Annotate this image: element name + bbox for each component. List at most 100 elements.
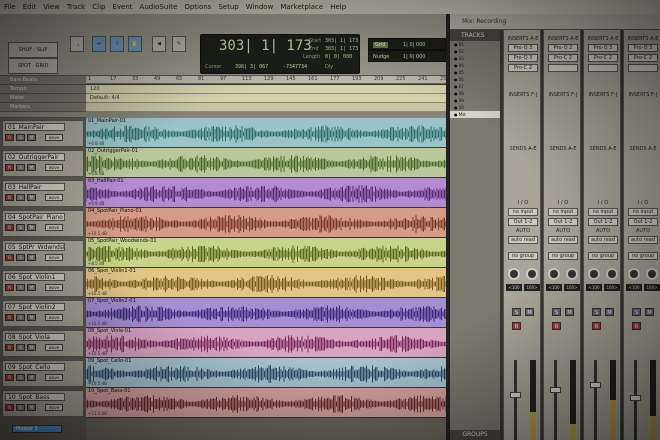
- mute-button[interactable]: M: [27, 344, 36, 351]
- audio-clip[interactable]: 08_Spot_Viola-01 +10.5 dB: [86, 328, 448, 358]
- track-view-selector[interactable]: wave: [45, 254, 63, 261]
- solo-button[interactable]: S: [16, 224, 25, 231]
- record-button[interactable]: R: [5, 224, 14, 231]
- track-name[interactable]: 09_Spot_Cello: [5, 363, 65, 371]
- strip-record-button[interactable]: R: [592, 322, 601, 330]
- tracks-panel-row[interactable]: ● 02: [450, 48, 500, 55]
- pencil-tool-button[interactable]: ✎: [172, 36, 186, 52]
- solo-button[interactable]: S: [16, 254, 25, 261]
- output-selector[interactable]: Out 1-2: [508, 218, 538, 226]
- insert-slot[interactable]: Pro-C 2: [588, 54, 618, 62]
- groups-panel-header[interactable]: GROUPS: [450, 430, 500, 440]
- mute-button[interactable]: M: [27, 404, 36, 411]
- pan-right-knob[interactable]: [606, 268, 618, 280]
- automation-mode-selector[interactable]: auto read: [588, 236, 618, 244]
- bars-beats-ruler[interactable]: 1 17 33 49 65 81 97 113 129 145 161 177 193 209 225 241…: [86, 76, 450, 84]
- track-name[interactable]: 07_Spot_Violin2: [5, 303, 65, 311]
- start-value[interactable]: 303| 1| 173: [325, 38, 358, 44]
- tempo-lane[interactable]: 120: [86, 85, 448, 94]
- record-button[interactable]: R: [5, 284, 14, 291]
- edit-lanes[interactable]: 01_MainPair-01 +6.8 dB 02_OutriggerPair-0…: [86, 118, 448, 440]
- track-view-selector[interactable]: wave: [45, 224, 63, 231]
- audio-clip[interactable]: 06_Spot_Violin1-01 +10.5 dB: [86, 268, 448, 298]
- strip-mute-button[interactable]: M: [525, 308, 534, 316]
- record-button[interactable]: R: [5, 314, 14, 321]
- audio-clip[interactable]: 09_Spot_Cello-01 +10.5 dB: [86, 358, 448, 388]
- audio-clip[interactable]: 03_HallPair-01 +6.9 dB: [86, 178, 448, 208]
- track-view-selector[interactable]: wave: [45, 404, 63, 411]
- strip-record-button[interactable]: R: [552, 322, 561, 330]
- menu-item-track[interactable]: Track: [67, 3, 85, 11]
- insert-slot[interactable]: Pro-Q 3: [508, 54, 538, 62]
- solo-button[interactable]: S: [16, 164, 25, 171]
- group-selector[interactable]: no group: [548, 252, 578, 260]
- menu-item-clip[interactable]: Clip: [92, 3, 105, 11]
- audio-clip[interactable]: 04_SpotPair_Piano-01 +10.5 dB: [86, 208, 448, 238]
- solo-button[interactable]: S: [16, 344, 25, 351]
- track-name[interactable]: 01_MainPair: [5, 123, 65, 131]
- pan-right-knob[interactable]: [526, 268, 538, 280]
- record-button[interactable]: R: [5, 194, 14, 201]
- insert-slot[interactable]: Pro-C 2: [628, 54, 658, 62]
- strip-solo-button[interactable]: S: [552, 308, 561, 316]
- input-selector[interactable]: no input: [508, 208, 538, 216]
- strip-record-button[interactable]: R: [512, 322, 521, 330]
- automation-mode-selector[interactable]: auto read: [508, 236, 538, 244]
- menu-item-options[interactable]: Options: [184, 3, 211, 11]
- pan-left-knob[interactable]: [588, 268, 600, 280]
- tracks-panel-row[interactable]: ● 01: [450, 41, 500, 48]
- mute-button[interactable]: M: [27, 164, 36, 171]
- volume-fader-cap[interactable]: [550, 386, 561, 393]
- track-view-selector[interactable]: wave: [45, 164, 63, 171]
- markers-lane[interactable]: [86, 103, 448, 112]
- menu-item-help[interactable]: Help: [330, 3, 346, 11]
- track-header[interactable]: 06_Spot_Violin1 R S M wave: [2, 270, 84, 297]
- track-view-selector[interactable]: wave: [45, 344, 63, 351]
- solo-button[interactable]: S: [16, 314, 25, 321]
- tracks-panel-row[interactable]: ● 05: [450, 69, 500, 76]
- selector-tool-button[interactable]: I: [110, 36, 124, 52]
- insert-slot[interactable]: Pro-Q 3: [628, 44, 658, 52]
- track-view-selector[interactable]: wave: [45, 284, 63, 291]
- insert-slot[interactable]: Pro-C 2: [508, 64, 538, 72]
- audio-clip[interactable]: 07_Spot_Violin2-01 +10.5 dB: [86, 298, 448, 328]
- insert-slot[interactable]: Pro-C 2: [548, 54, 578, 62]
- tracks-panel-row[interactable]: ● 04: [450, 62, 500, 69]
- tracks-panel-header[interactable]: TRACKS: [450, 30, 500, 41]
- input-selector[interactable]: no input: [588, 208, 618, 216]
- solo-button[interactable]: S: [16, 134, 25, 141]
- master-track-label[interactable]: Master 1: [12, 425, 62, 433]
- audio-clip[interactable]: 02_OutriggerPair-01 +6.8 dB: [86, 148, 448, 178]
- tracks-panel-row[interactable]: ● Mst: [450, 111, 500, 118]
- meter-lane[interactable]: Default: 4/4: [86, 94, 448, 103]
- solo-button[interactable]: S: [16, 194, 25, 201]
- grid-mode-button[interactable]: SPOT · GRID: [8, 58, 58, 74]
- menu-item-file[interactable]: File: [4, 3, 16, 11]
- audio-clip[interactable]: 01_MainPair-01 +6.8 dB: [86, 118, 448, 148]
- strip-solo-button[interactable]: S: [632, 308, 641, 316]
- end-value[interactable]: 303| 1| 173: [325, 46, 358, 52]
- group-selector[interactable]: no group: [628, 252, 658, 260]
- automation-mode-selector[interactable]: auto read: [628, 236, 658, 244]
- input-selector[interactable]: no input: [548, 208, 578, 216]
- volume-fader-cap[interactable]: [510, 391, 521, 398]
- output-selector[interactable]: Out 1-2: [548, 218, 578, 226]
- main-counter[interactable]: 303| 1| 173 Start 303| 1| 173 End 303| 1…: [200, 34, 360, 74]
- track-view-selector[interactable]: wave: [45, 374, 63, 381]
- track-name[interactable]: 10_Spot_Bass: [5, 393, 65, 401]
- record-button[interactable]: R: [5, 254, 14, 261]
- trim-tool-button[interactable]: ⇔: [92, 36, 106, 52]
- record-button[interactable]: R: [5, 164, 14, 171]
- output-selector[interactable]: Out 1-2: [628, 218, 658, 226]
- pan-right-knob[interactable]: [646, 268, 658, 280]
- strip-record-button[interactable]: R: [632, 322, 641, 330]
- track-name[interactable]: 08_Spot_Viola: [5, 333, 65, 341]
- strip-mute-button[interactable]: M: [645, 308, 654, 316]
- volume-fader-cap[interactable]: [590, 382, 601, 389]
- mute-button[interactable]: M: [27, 254, 36, 261]
- pan-right-knob[interactable]: [566, 268, 578, 280]
- insert-slot[interactable]: Pro-Q 3: [588, 44, 618, 52]
- menu-item-setup[interactable]: Setup: [218, 3, 238, 11]
- mute-button[interactable]: M: [27, 314, 36, 321]
- output-selector[interactable]: Out 1-2: [588, 218, 618, 226]
